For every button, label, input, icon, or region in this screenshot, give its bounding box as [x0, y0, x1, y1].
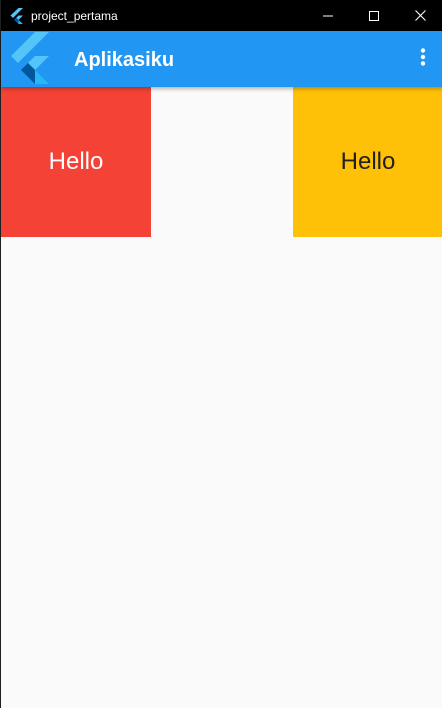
- window-title: project_pertama: [31, 9, 118, 23]
- minimize-button[interactable]: [305, 0, 351, 31]
- app-window: project_pertama Aplikasiku Hello Hello: [0, 0, 442, 708]
- minimize-icon: [323, 11, 333, 21]
- maximize-button[interactable]: [351, 0, 397, 31]
- app-bar: Aplikasiku: [1, 31, 442, 87]
- flutter-app-icon: [10, 8, 24, 24]
- hello-box-amber-label: Hello: [340, 148, 396, 175]
- close-icon: [414, 10, 426, 21]
- window-titlebar[interactable]: project_pertama: [1, 0, 442, 31]
- close-button[interactable]: [397, 0, 442, 31]
- flutter-logo-icon: [9, 32, 51, 85]
- hello-box-amber: Hello: [293, 87, 442, 237]
- more-vertical-icon: [420, 47, 426, 71]
- app-title: Aplikasiku: [74, 49, 175, 71]
- app-body: Hello Hello: [1, 87, 442, 708]
- maximize-icon: [369, 10, 379, 21]
- overflow-menu-button[interactable]: [409, 45, 437, 73]
- hello-box-red: Hello: [1, 87, 151, 237]
- hello-box-red-label: Hello: [48, 148, 104, 175]
